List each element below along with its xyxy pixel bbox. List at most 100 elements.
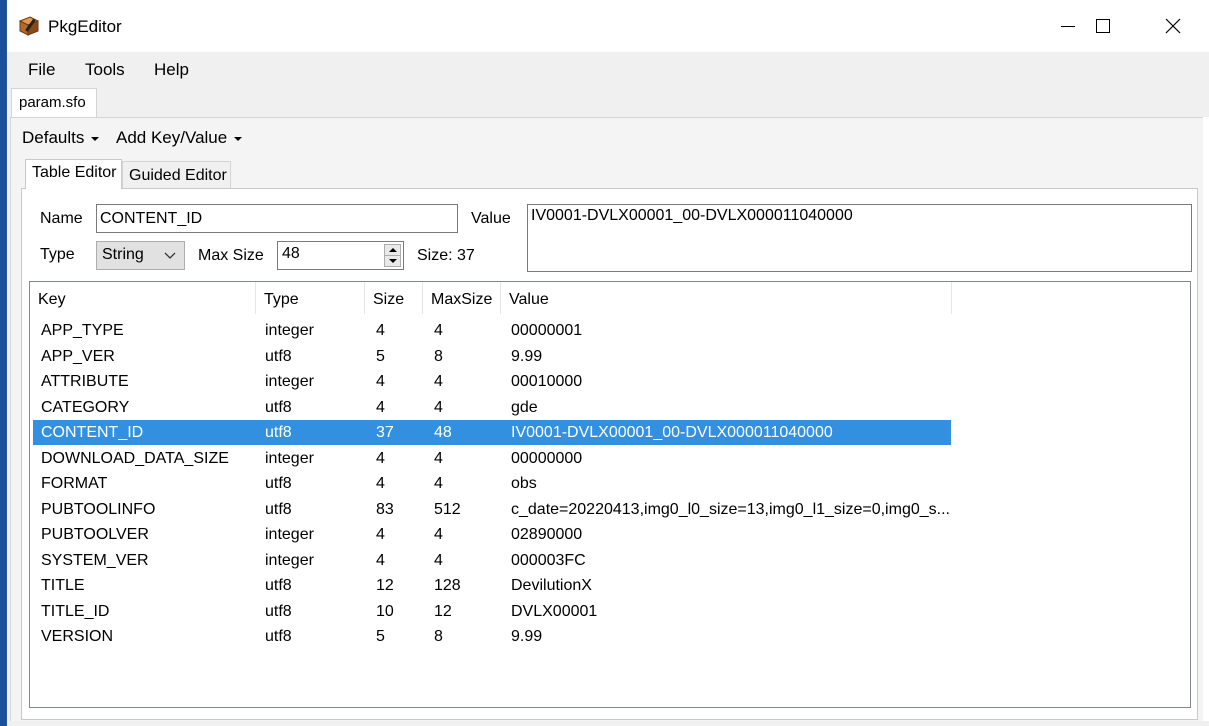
cell-type: integer bbox=[265, 551, 314, 569]
cell-type: utf8 bbox=[265, 628, 292, 645]
pkgeditor-app-icon bbox=[18, 16, 40, 36]
table-row[interactable]: SYSTEM_VER integer 4 4 000003FC bbox=[33, 548, 951, 573]
add-key-value-label: Add Key/Value bbox=[116, 128, 228, 147]
type-select-value: String bbox=[102, 246, 144, 263]
table-row[interactable]: APP_TYPE integer 4 4 00000001 bbox=[33, 318, 951, 343]
table-row[interactable]: ATTRIBUTE integer 4 4 00010000 bbox=[33, 369, 951, 394]
cell-type: integer bbox=[265, 526, 314, 543]
table-row[interactable]: PUBTOOLINFO utf8 83 512 c_date=20220413,img0… bbox=[33, 497, 951, 522]
max-size-label: Max Size bbox=[198, 247, 264, 264]
menu-tools[interactable]: Tools bbox=[85, 60, 125, 80]
table-row[interactable]: CATEGORY utf8 4 4 gde bbox=[33, 395, 951, 420]
cell-type: utf8 bbox=[265, 347, 292, 365]
cell-type: integer bbox=[265, 322, 314, 339]
maximize-icon bbox=[1096, 19, 1110, 33]
spin-down-button[interactable] bbox=[385, 256, 400, 266]
cell-key: TITLE bbox=[41, 577, 85, 594]
cell-maxsize: 8 bbox=[434, 347, 443, 365]
cell-key: PUBTOOLINFO bbox=[41, 500, 156, 518]
cell-value: 9.99 bbox=[511, 347, 543, 365]
document-tab-param-sfo[interactable]: param.sfo bbox=[11, 88, 97, 118]
close-icon bbox=[1165, 18, 1181, 34]
cell-size: 4 bbox=[376, 551, 385, 569]
table-row[interactable]: CONTENT_ID utf8 37 48 IV0001-DVLX00001_00-DV… bbox=[33, 420, 951, 445]
max-size-stepper[interactable]: 48 bbox=[277, 241, 404, 270]
table-row[interactable]: PUBTOOLVER integer 4 4 02890000 bbox=[33, 522, 951, 547]
window-title: PkgEditor bbox=[48, 17, 122, 36]
table-row[interactable]: FORMAT utf8 4 4 obs bbox=[33, 471, 951, 496]
cell-key: CONTENT_ID bbox=[41, 424, 144, 441]
cell-maxsize: 128 bbox=[434, 577, 461, 594]
cell-type: utf8 bbox=[265, 398, 292, 416]
cell-value: 00000000 bbox=[511, 449, 583, 467]
menu-file[interactable]: File bbox=[28, 60, 55, 80]
cell-value: gde bbox=[511, 398, 538, 416]
table-row[interactable]: TITLE_ID utf8 10 12 DVLX00001 bbox=[33, 599, 951, 624]
spin-down-icon bbox=[388, 259, 397, 263]
menu-help[interactable]: Help bbox=[154, 60, 189, 80]
tab-guided-editor[interactable]: Guided Editor bbox=[122, 161, 231, 188]
cell-size: 37 bbox=[376, 424, 394, 441]
cell-value: 00000001 bbox=[511, 322, 583, 339]
type-select[interactable]: String bbox=[96, 241, 185, 270]
name-label: Name bbox=[40, 210, 83, 227]
title-bar[interactable]: PkgEditor bbox=[7, 0, 1209, 52]
cell-value: 02890000 bbox=[511, 526, 583, 543]
table-header: Key Type Size MaxSize Value bbox=[30, 282, 1190, 314]
defaults-dropdown[interactable]: Defaults bbox=[22, 128, 100, 148]
cell-size: 12 bbox=[376, 577, 394, 594]
dropdown-arrow-icon bbox=[91, 136, 100, 141]
spin-up-button[interactable] bbox=[385, 245, 400, 256]
cell-type: utf8 bbox=[265, 602, 292, 620]
cell-maxsize: 4 bbox=[434, 475, 443, 492]
dropdown-arrow-icon bbox=[234, 136, 243, 141]
cell-maxsize: 4 bbox=[434, 322, 443, 339]
chevron-down-icon bbox=[164, 252, 176, 259]
column-header-maxsize[interactable]: MaxSize bbox=[423, 282, 501, 314]
tab-table-editor[interactable]: Table Editor bbox=[25, 159, 122, 189]
window-right-edge bbox=[1203, 117, 1209, 721]
column-header-value[interactable]: Value bbox=[501, 282, 952, 314]
spin-up-icon bbox=[388, 248, 397, 252]
table-row[interactable]: TITLE utf8 12 128 DevilutionX bbox=[33, 573, 951, 598]
table-row[interactable]: DOWNLOAD_DATA_SIZE integer 4 4 00000000 bbox=[33, 446, 951, 471]
spin-buttons bbox=[384, 244, 401, 267]
cell-value: DevilutionX bbox=[511, 577, 592, 594]
column-header-size[interactable]: Size bbox=[365, 282, 423, 314]
table-row[interactable]: VERSION utf8 5 8 9.99 bbox=[33, 624, 951, 649]
cell-key: ATTRIBUTE bbox=[41, 373, 129, 390]
cell-maxsize: 512 bbox=[434, 500, 461, 518]
cell-key: VERSION bbox=[41, 628, 114, 645]
cell-key: APP_TYPE bbox=[41, 322, 124, 339]
cell-size: 4 bbox=[376, 373, 385, 390]
cell-size: 83 bbox=[376, 500, 394, 518]
table-row[interactable]: APP_VER utf8 5 8 9.99 bbox=[33, 344, 951, 369]
value-textarea[interactable]: IV0001-DVLX00001_00-DVLX000011040000 bbox=[527, 204, 1192, 272]
cell-value: 9.99 bbox=[511, 628, 543, 645]
cell-maxsize: 8 bbox=[434, 628, 443, 645]
menu-bar: File Tools Help bbox=[7, 52, 1209, 86]
cell-value: c_date=20220413,img0_l0_size=13,img0_l1_… bbox=[511, 500, 950, 518]
window-bottom-edge bbox=[7, 721, 1209, 726]
cell-size: 5 bbox=[376, 628, 385, 645]
document-tab-strip: param.sfo bbox=[7, 86, 1209, 118]
column-header-type[interactable]: Type bbox=[256, 282, 365, 314]
close-button[interactable] bbox=[1138, 0, 1208, 52]
cell-maxsize: 48 bbox=[434, 424, 452, 441]
cell-value: 00010000 bbox=[511, 373, 583, 390]
editor-toolstrip: Defaults Add Key/Value bbox=[11, 118, 1203, 156]
add-key-value-dropdown[interactable]: Add Key/Value bbox=[116, 128, 243, 148]
cell-key: DOWNLOAD_DATA_SIZE bbox=[41, 449, 229, 467]
name-input[interactable] bbox=[96, 204, 458, 233]
column-header-key[interactable]: Key bbox=[30, 282, 256, 314]
cell-maxsize: 4 bbox=[434, 398, 443, 416]
cell-type: utf8 bbox=[265, 475, 292, 492]
cell-maxsize: 4 bbox=[434, 526, 443, 543]
maximize-button[interactable] bbox=[1068, 0, 1138, 52]
cell-size: 4 bbox=[376, 475, 385, 492]
cell-type: utf8 bbox=[265, 577, 292, 594]
cell-key: PUBTOOLVER bbox=[41, 526, 149, 543]
table-editor-panel: Name Value IV0001-DVLX00001_00-DVLX00001… bbox=[21, 188, 1198, 720]
key-value-table[interactable]: Key Type Size MaxSize Value APP_TYPEinte… bbox=[29, 281, 1191, 708]
cell-type: integer bbox=[265, 449, 314, 467]
